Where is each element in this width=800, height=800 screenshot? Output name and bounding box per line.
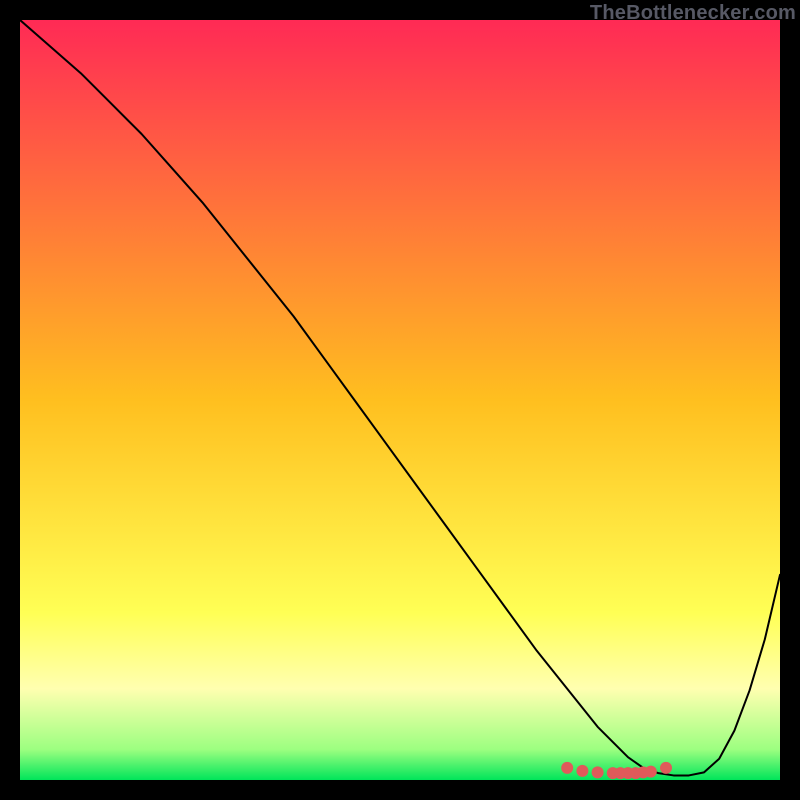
watermark-text: TheBottlenecker.com bbox=[590, 2, 796, 25]
chart-frame: TheBottlenecker.com bbox=[0, 0, 800, 800]
chart-svg bbox=[20, 20, 780, 780]
plot-background bbox=[20, 20, 780, 780]
plot-area bbox=[20, 20, 780, 780]
